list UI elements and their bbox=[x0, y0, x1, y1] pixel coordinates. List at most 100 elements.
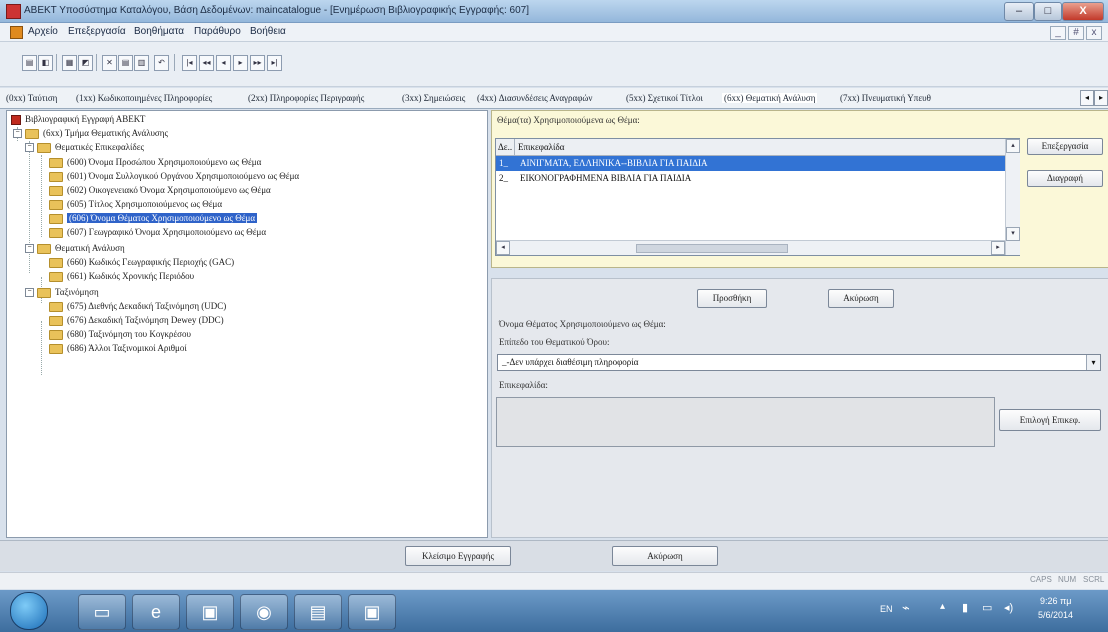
paste-record-icon[interactable]: ◩ bbox=[78, 55, 93, 71]
row-heading: ΑΙΝΙΓΜΑΤΑ, ΕΛΛΗΝΙΚΑ--ΒΙΒΛΙΑ ΓΙΑ ΠΑΙΔΙΑ bbox=[520, 158, 708, 168]
last-record-icon[interactable]: ▸| bbox=[267, 55, 282, 71]
tray-expand-icon[interactable]: ▴ bbox=[940, 601, 945, 612]
clock-time[interactable]: 9:26 πμ bbox=[1040, 596, 1071, 606]
tab-1xx[interactable]: (1xx) Κωδικοποιημένες Πληροφορίες bbox=[76, 93, 212, 103]
scroll-thumb[interactable] bbox=[636, 244, 788, 253]
new-record-icon[interactable]: ▤ bbox=[22, 55, 37, 71]
tree-root[interactable]: Βιβλιογραφική Εγγραφή ΑΒΕΚΤ bbox=[11, 114, 145, 125]
first-record-icon[interactable]: |◂ bbox=[182, 55, 197, 71]
tree-leaf-676[interactable]: (676) Δεκαδική Ταξινόμηση Dewey (DDC) bbox=[49, 315, 224, 326]
start-button[interactable] bbox=[10, 592, 48, 630]
close-record-button[interactable]: Κλείσιμο Εγγραφής bbox=[405, 546, 511, 566]
tab-7xx[interactable]: (7xx) Πνευματική Υπευθ bbox=[840, 93, 931, 103]
window-app-icon[interactable]: ▣ bbox=[186, 594, 234, 630]
tree-leaf-602[interactable]: (602) Οικογενειακό Όνομα Χρησιμοποιούμεν… bbox=[49, 185, 271, 196]
mdi-close-button[interactable]: x bbox=[1086, 26, 1102, 40]
tree-leaf-675[interactable]: (675) Διεθνής Δεκαδική Ταξινόμηση (UDC) bbox=[49, 301, 226, 312]
tree-node-6xx[interactable]: − (6xx) Τμήμα Θεματικής Ανάλυσης bbox=[13, 128, 168, 139]
mdi-minimize-button[interactable]: _ bbox=[1050, 26, 1066, 40]
next-record-icon[interactable]: ▸ bbox=[233, 55, 248, 71]
column-header-heading[interactable]: Επικεφαλίδα bbox=[518, 142, 564, 152]
subjects-legend: Θέμα(τα) Χρησιμοποιούμενα ως Θέμα: bbox=[497, 115, 640, 125]
volume-icon[interactable]: ◂) bbox=[1004, 601, 1013, 614]
horizontal-scrollbar[interactable]: ◂ ▸ bbox=[496, 240, 1005, 255]
level-select[interactable]: _-Δεν υπάρχει διαθέσιμη πληροφορία ▾ bbox=[497, 354, 1101, 371]
table-row[interactable]: 1_ ΑΙΝΙΓΜΑΤΑ, ΕΛΛΗΝΙΚΑ--ΒΙΒΛΙΑ ΓΙΑ ΠΑΙΔΙ… bbox=[496, 156, 1006, 171]
tab-2xx[interactable]: (2xx) Πληροφορίες Περιγραφής bbox=[248, 93, 364, 103]
power-icon[interactable]: ▭ bbox=[982, 601, 992, 614]
level-select-value: _-Δεν υπάρχει διαθέσιμη πληροφορία bbox=[502, 357, 639, 367]
language-indicator[interactable]: EN bbox=[880, 604, 893, 614]
menu-file[interactable]: Αρχείο bbox=[28, 26, 58, 37]
document-app-icon[interactable]: ▤ bbox=[294, 594, 342, 630]
rewind-icon[interactable]: ◂◂ bbox=[199, 55, 214, 71]
scroll-right-icon[interactable]: ▸ bbox=[991, 241, 1005, 255]
table-row[interactable]: 2_ ΕΙΚΟΝΟΓΡΑΦΗΜΕΝΑ ΒΙΒΛΙΑ ΓΙΑ ΠΑΙΔΙΑ bbox=[496, 171, 1006, 186]
minimize-button[interactable]: – bbox=[1004, 2, 1034, 21]
catalogue-app-icon[interactable]: ▣ bbox=[348, 594, 396, 630]
folder-icon bbox=[49, 329, 63, 340]
scroll-left-icon[interactable]: ◂ bbox=[496, 241, 510, 255]
tree-node-classification[interactable]: − Ταξινόμηση bbox=[25, 287, 99, 298]
document-icon bbox=[10, 26, 23, 39]
delete-icon[interactable]: ✕ bbox=[102, 55, 117, 71]
tab-5xx[interactable]: (5xx) Σχετικοί Τίτλοι bbox=[626, 93, 703, 103]
menu-edit[interactable]: Επεξεργασία bbox=[68, 26, 126, 37]
vertical-scrollbar[interactable]: ▴ ▾ bbox=[1005, 139, 1020, 255]
tree-leaf-605[interactable]: (605) Τίτλος Χρησιμοποιούμενος ως Θέμα bbox=[49, 199, 222, 210]
network-icon[interactable]: ⌁ bbox=[902, 600, 910, 616]
tab-0xx[interactable]: (0xx) Ταύτιση bbox=[6, 93, 57, 103]
chrome-icon[interactable]: ◉ bbox=[240, 594, 288, 630]
folder-icon bbox=[49, 199, 63, 210]
tab-6xx[interactable]: (6xx) Θεματική Ανάλυση bbox=[722, 93, 818, 103]
table-icon[interactable]: ▥ bbox=[134, 55, 149, 71]
tree-leaf-660[interactable]: (660) Κωδικός Γεωγραφικής Περιοχής (GAC) bbox=[49, 257, 234, 268]
tree-leaf-606[interactable]: (606) Όνομα Θέματος Χρησιμοποιούμενο ως … bbox=[49, 213, 258, 224]
tab-3xx[interactable]: (3xx) Σημειώσεις bbox=[402, 93, 465, 103]
tree-node-subject-analysis[interactable]: − Θεματική Ανάλυση bbox=[25, 243, 125, 254]
heading-field[interactable] bbox=[496, 397, 995, 447]
tab-scroll-left-button[interactable]: ◂ bbox=[1080, 90, 1094, 106]
collapse-icon[interactable]: − bbox=[25, 288, 34, 298]
form-cancel-button[interactable]: Ακύρωση bbox=[828, 289, 894, 308]
column-header-number[interactable]: Δε.. bbox=[498, 142, 512, 152]
collapse-icon[interactable]: − bbox=[13, 129, 22, 139]
add-button[interactable]: Προσθήκη bbox=[697, 289, 767, 308]
collapse-icon[interactable]: − bbox=[25, 244, 34, 254]
menu-window[interactable]: Παράθυρο bbox=[194, 26, 241, 37]
copy-record-icon[interactable]: ▦ bbox=[62, 55, 77, 71]
tree-leaf-686[interactable]: (686) Άλλοι Ταξινομικοί Αριθμοί bbox=[49, 343, 187, 354]
tree-node-subject-headings[interactable]: − Θεματικές Επικεφαλίδες bbox=[25, 142, 144, 153]
save-record-icon[interactable]: ◧ bbox=[38, 55, 53, 71]
explorer-icon[interactable]: ▭ bbox=[78, 594, 126, 630]
tree-leaf-661[interactable]: (661) Κωδικός Χρονικής Περιόδου bbox=[49, 271, 194, 282]
chevron-down-icon[interactable]: ▾ bbox=[1086, 355, 1100, 370]
action-center-icon[interactable]: ▮ bbox=[962, 601, 968, 614]
grid-icon[interactable]: ▤ bbox=[118, 55, 133, 71]
folder-icon bbox=[49, 257, 63, 268]
tab-scroll-right-button[interactable]: ▸ bbox=[1094, 90, 1108, 106]
maximize-button[interactable]: □ bbox=[1034, 2, 1062, 21]
tab-4xx[interactable]: (4xx) Διασυνδέσεις Αναγραφών bbox=[477, 93, 592, 103]
delete-button[interactable]: Διαγραφή bbox=[1027, 170, 1103, 187]
tree-leaf-600[interactable]: (600) Όνομα Προσώπου Χρησιμοποιούμενο ως… bbox=[49, 157, 261, 168]
select-heading-button[interactable]: Επιλογή Επικεφ. bbox=[999, 409, 1101, 431]
menu-tools[interactable]: Βοηθήματα bbox=[134, 26, 184, 37]
internet-explorer-icon[interactable]: e bbox=[132, 594, 180, 630]
scroll-up-icon[interactable]: ▴ bbox=[1006, 139, 1020, 153]
tree-leaf-680[interactable]: (680) Ταξινόμηση του Κογκρέσου bbox=[49, 329, 191, 340]
collapse-icon[interactable]: − bbox=[25, 143, 34, 153]
undo-icon[interactable]: ↶ bbox=[154, 55, 169, 71]
cancel-button[interactable]: Ακύρωση bbox=[612, 546, 718, 566]
mdi-restore-button[interactable]: # bbox=[1068, 26, 1084, 40]
tree-leaf-601[interactable]: (601) Όνομα Συλλογικού Οργάνου Χρησιμοπο… bbox=[49, 171, 299, 182]
clock-date[interactable]: 5/6/2014 bbox=[1038, 610, 1073, 620]
scroll-down-icon[interactable]: ▾ bbox=[1006, 227, 1020, 241]
previous-record-icon[interactable]: ◂ bbox=[216, 55, 231, 71]
edit-button[interactable]: Επεξεργασία bbox=[1027, 138, 1103, 155]
close-button[interactable]: X bbox=[1062, 2, 1104, 21]
tree-leaf-607[interactable]: (607) Γεωγραφικό Όνομα Χρησιμοποιούμενο … bbox=[49, 227, 266, 238]
menu-help[interactable]: Βοήθεια bbox=[250, 26, 286, 37]
fast-forward-icon[interactable]: ▸▸ bbox=[250, 55, 265, 71]
folder-icon bbox=[49, 227, 63, 238]
